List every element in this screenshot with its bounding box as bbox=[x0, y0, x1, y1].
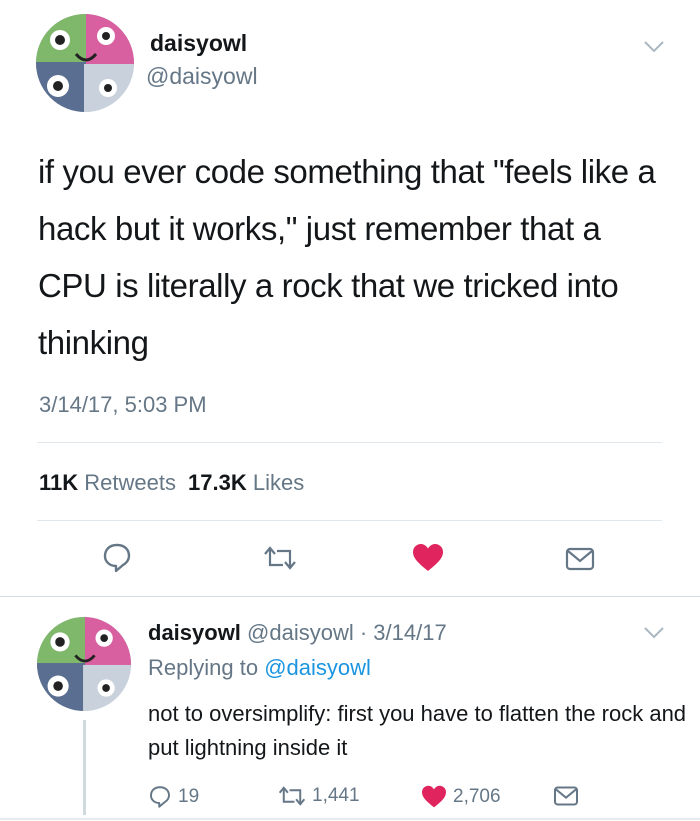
replying-to-label: Replying to bbox=[148, 655, 259, 680]
like-count: 2,706 bbox=[453, 786, 501, 807]
reply-like-button[interactable]: 2,706 bbox=[421, 785, 501, 809]
tweet-timestamp[interactable]: 3/14/17, 5:03 PM bbox=[39, 392, 207, 418]
like-button[interactable] bbox=[412, 543, 444, 573]
retweets-count: 11K bbox=[39, 470, 79, 495]
thread-line bbox=[83, 720, 86, 815]
tweet-author-handle[interactable]: @daisyowl bbox=[146, 63, 258, 90]
divider bbox=[0, 818, 700, 820]
envelope-icon bbox=[565, 547, 595, 571]
reply-avatar[interactable] bbox=[37, 617, 131, 711]
avatar-illustration bbox=[36, 14, 134, 112]
tweet-author-name[interactable]: daisyowl bbox=[150, 30, 247, 57]
avatar[interactable] bbox=[36, 14, 134, 112]
retweet-count: 1,441 bbox=[312, 785, 360, 806]
reply-icon bbox=[103, 543, 131, 573]
heart-icon bbox=[413, 544, 443, 571]
retweets-label: Retweets bbox=[84, 470, 176, 495]
retweet-icon bbox=[278, 786, 306, 806]
reply-icon bbox=[150, 786, 170, 808]
reply-handle-date[interactable]: @daisyowl · 3/14/17 bbox=[247, 620, 447, 645]
retweet-icon bbox=[264, 546, 296, 570]
reply-count: 19 bbox=[178, 786, 200, 807]
avatar-illustration bbox=[37, 617, 131, 711]
retweets-stat[interactable]: 11K Retweets bbox=[39, 470, 176, 496]
divider bbox=[0, 596, 700, 597]
reply-text: not to oversimplify: first you have to f… bbox=[148, 701, 687, 760]
chevron-down-icon[interactable] bbox=[643, 626, 665, 640]
retweet-button[interactable] bbox=[263, 545, 297, 571]
reply-button[interactable] bbox=[102, 542, 132, 574]
reply-header: daisyowl @daisyowl · 3/14/17 bbox=[148, 620, 447, 646]
chevron-down-icon[interactable] bbox=[643, 40, 665, 54]
heart-icon bbox=[422, 785, 446, 808]
reply-reply-button[interactable]: 19 bbox=[148, 785, 199, 809]
likes-stat[interactable]: 17.3K Likes bbox=[188, 470, 304, 496]
reply-message-button[interactable] bbox=[553, 785, 579, 807]
replying-to-link[interactable]: @daisyowl bbox=[264, 655, 371, 680]
divider bbox=[37, 442, 662, 443]
reply-retweet-button[interactable]: 1,441 bbox=[278, 785, 360, 807]
tweet-text: if you ever code something that "feels l… bbox=[38, 153, 656, 361]
tweet-stats: 11K Retweets 17.3K Likes bbox=[39, 470, 304, 496]
divider bbox=[37, 520, 662, 521]
message-button[interactable] bbox=[565, 546, 595, 572]
replying-to: Replying to @daisyowl bbox=[148, 655, 371, 681]
likes-label: Likes bbox=[252, 470, 305, 495]
reply-author-name[interactable]: daisyowl bbox=[148, 620, 241, 645]
envelope-icon bbox=[553, 786, 579, 806]
likes-count: 17.3K bbox=[188, 470, 247, 495]
